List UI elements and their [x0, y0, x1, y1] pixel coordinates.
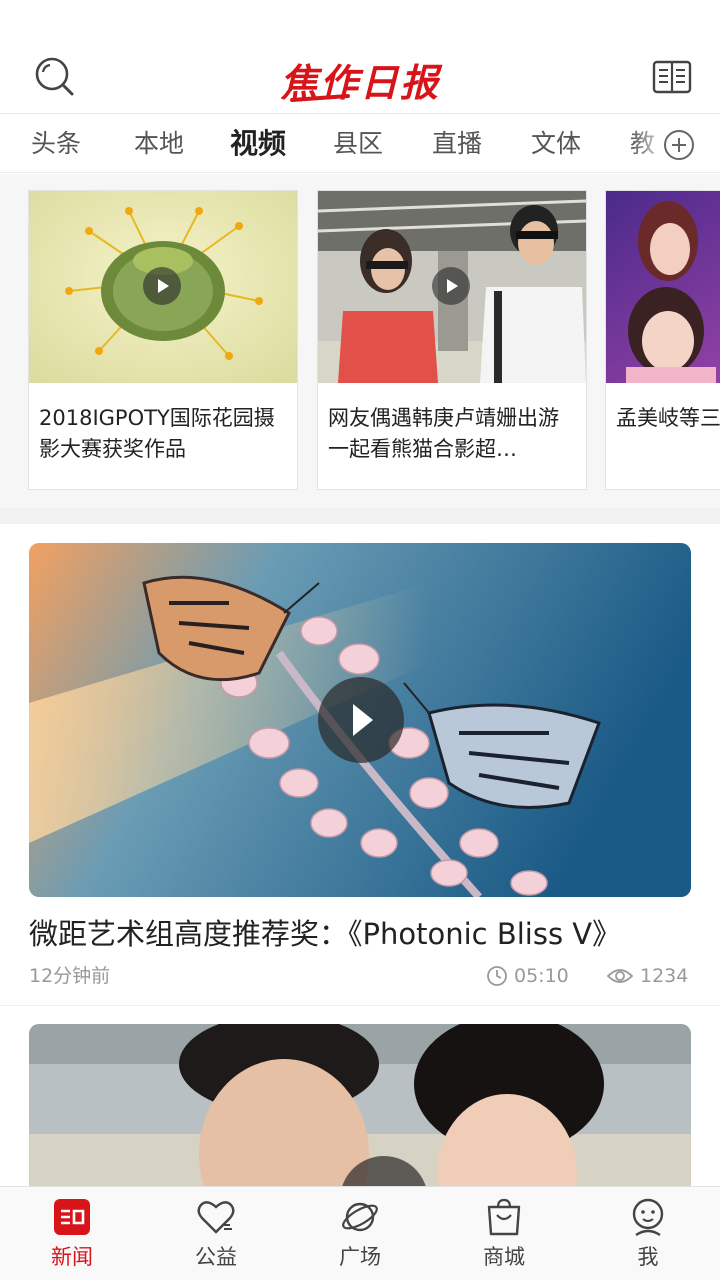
add-channel-icon[interactable]: [664, 130, 694, 160]
app-header: 焦作日报: [0, 0, 720, 114]
planet-icon: [340, 1197, 380, 1237]
tab-county[interactable]: 县区: [333, 115, 383, 172]
nav-news[interactable]: 新闻: [0, 1187, 144, 1280]
video-card[interactable]: 网友偶遇韩庚卢靖姗出游 一起看熊猫合影超…: [317, 190, 587, 490]
video-card[interactable]: 孟美岐等三箭少101 ...: [605, 190, 720, 490]
user-icon: [628, 1197, 668, 1237]
nav-charity-label: 公益: [195, 1245, 237, 1269]
video-card-title: 2018IGPOTY国际花园摄影大赛获奖作品: [39, 406, 275, 461]
video-thumbnail: [29, 191, 297, 383]
play-icon[interactable]: [318, 677, 404, 763]
news-icon: [52, 1197, 92, 1237]
item-separator: [0, 1005, 720, 1006]
app-logo: 焦作日报: [279, 60, 440, 105]
video-card-title: 网友偶遇韩庚卢靖姗出游 一起看熊猫合影超…: [328, 406, 559, 461]
published-time: 12分钟前: [29, 962, 110, 990]
featured-video-title[interactable]: 微距艺术组高度推荐奖：《Photonic Bliss V》: [29, 912, 691, 956]
clock-icon: [487, 966, 507, 986]
play-icon[interactable]: [432, 267, 470, 305]
video-duration: 05:10: [486, 962, 569, 990]
tab-culture-sports[interactable]: 文体: [531, 115, 581, 172]
featured-video-thumbnail[interactable]: [29, 543, 691, 897]
nav-charity[interactable]: 公益: [144, 1187, 288, 1280]
tab-video[interactable]: 视频: [230, 115, 286, 172]
eye-icon: [606, 969, 634, 983]
nav-plaza-label: 广场: [339, 1245, 381, 1269]
video-card-title: 孟美岐等三箭少101 ...: [616, 406, 720, 430]
nav-plaza[interactable]: 广场: [288, 1187, 432, 1280]
duration-text: 05:10: [514, 965, 569, 987]
bottom-nav: 新闻 公益 广场 商城 我: [0, 1186, 720, 1280]
tab-headlines[interactable]: 头条: [31, 115, 81, 172]
view-count-text: 1234: [640, 965, 689, 987]
nav-mall[interactable]: 商城: [432, 1187, 576, 1280]
epaper-button[interactable]: [651, 56, 693, 98]
heart-icon: [196, 1197, 236, 1237]
shopping-bag-icon: [484, 1197, 524, 1237]
tab-live[interactable]: 直播: [432, 115, 482, 172]
book-icon: [652, 60, 692, 94]
video-carousel[interactable]: 2018IGPOTY国际花园摄影大赛获奖作品 网友偶遇韩庚卢靖姗出游 一起看熊猫…: [0, 174, 720, 508]
nav-news-label: 新闻: [51, 1245, 93, 1269]
view-count: 1234: [606, 962, 688, 990]
nav-me-label: 我: [637, 1245, 659, 1269]
channel-tabs: 头条 本地 视频 县区 直播 文体 教: [0, 115, 720, 173]
video-thumbnail: [318, 191, 586, 383]
video-thumbnail: [606, 191, 720, 383]
play-icon[interactable]: [143, 267, 181, 305]
nav-mall-label: 商城: [483, 1245, 525, 1269]
section-divider: [0, 508, 720, 524]
nav-me[interactable]: 我: [576, 1187, 720, 1280]
published-time-text: 12分钟前: [29, 965, 111, 987]
tab-local[interactable]: 本地: [134, 115, 184, 172]
video-card[interactable]: 2018IGPOTY国际花园摄影大赛获奖作品: [28, 190, 298, 490]
